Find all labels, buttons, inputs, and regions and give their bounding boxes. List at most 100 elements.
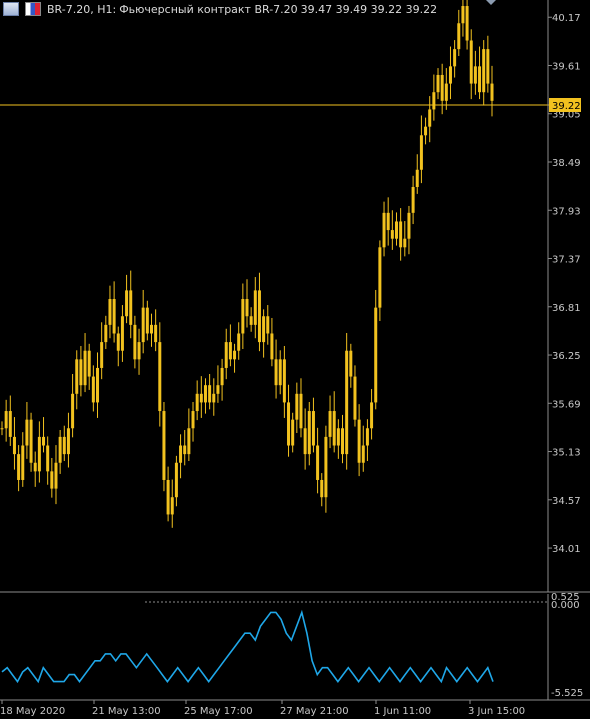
candle-body (62, 436, 66, 455)
candle-body (54, 462, 58, 489)
candle-body (208, 385, 212, 403)
candle-body (96, 367, 100, 403)
candle-body (436, 74, 440, 93)
candle-body (195, 393, 199, 412)
candle-body (216, 385, 220, 394)
candle-body (378, 247, 382, 308)
candle-body (220, 367, 224, 386)
candle-body (87, 350, 91, 377)
candle-body (108, 299, 112, 325)
candle-body (100, 342, 104, 368)
candle-body (83, 350, 87, 386)
candle-body (316, 445, 320, 480)
candle-body (129, 290, 133, 325)
chart-window-icon[interactable] (3, 2, 19, 16)
candle-body (465, 6, 469, 41)
price-tick-label: 37.93 (552, 206, 581, 217)
candle-body (116, 333, 120, 351)
price-tick-label: 35.13 (552, 448, 581, 459)
candle-body (33, 462, 37, 472)
time-tick-label: 25 May 17:00 (184, 706, 253, 717)
price-tick-label: 34.01 (552, 544, 581, 555)
candle-body (170, 497, 174, 515)
price-tick-label: 39.61 (552, 61, 581, 72)
candle-body (328, 411, 332, 437)
candle-body (237, 333, 241, 351)
candle-body (390, 230, 394, 239)
candle-body (473, 66, 477, 84)
candle-body (295, 393, 299, 420)
time-tick-label: 18 May 2020 (0, 706, 65, 717)
time-tick-label: 21 May 13:00 (92, 706, 161, 717)
symbol-description: Фьючерсный контракт BR-7.20 (119, 2, 298, 16)
candle-body (245, 299, 249, 317)
candle-body (428, 109, 432, 127)
candle-body (104, 324, 108, 343)
candle-body (224, 342, 228, 368)
candle-body (8, 411, 12, 437)
candle-body (357, 419, 361, 463)
candle-body (266, 316, 270, 334)
candle-body (299, 393, 303, 429)
candle-body (411, 186, 415, 213)
symbol-label: BR-7.20, H1: (47, 2, 117, 16)
candle-body (403, 238, 407, 248)
candle-body (141, 307, 145, 343)
candle-body (37, 436, 41, 472)
candle-body (149, 324, 153, 334)
candle-body (79, 359, 83, 386)
candle-body (370, 402, 374, 429)
candle-body (71, 393, 75, 429)
candle-body (336, 428, 340, 446)
candle-body (287, 402, 291, 446)
candle-body (486, 49, 490, 84)
candle-body (257, 290, 261, 343)
candle-body (432, 92, 436, 110)
candle-body (320, 479, 324, 498)
candle-body (91, 376, 95, 403)
price-tick-label: 38.49 (552, 158, 581, 169)
price-tick-label: 37.37 (552, 255, 581, 266)
candle-body (58, 436, 62, 463)
price-tick-label: 36.25 (552, 351, 581, 362)
price-tick-label: 34.57 (552, 496, 581, 507)
candle-body (75, 359, 79, 394)
candle-body (241, 299, 245, 334)
candle-body (274, 359, 278, 386)
candle-body (66, 428, 70, 455)
candle-body (203, 385, 207, 403)
candle-body (145, 307, 149, 334)
candle-body (324, 436, 328, 498)
candle-body (278, 359, 282, 386)
candle-body (112, 299, 116, 334)
candle-body (424, 126, 428, 136)
candle-body (353, 376, 357, 420)
time-tick-label: 27 May 21:00 (280, 706, 349, 717)
candle-body (469, 40, 473, 84)
candle-body (133, 324, 137, 360)
current-price-label: 39.22 (552, 101, 581, 112)
candle-body (415, 169, 419, 187)
price-tick-label: 40.17 (552, 13, 581, 24)
candle-body (394, 221, 398, 239)
candle-body (120, 316, 124, 351)
candle-body (29, 419, 33, 463)
candle-body (349, 350, 353, 377)
candle-body (249, 316, 253, 325)
candle-body (399, 221, 403, 248)
candle-body (291, 419, 295, 446)
candle-body (137, 342, 141, 360)
candle-body (187, 428, 191, 455)
candle-body (270, 333, 274, 360)
candle-body (382, 212, 386, 248)
candle-body (162, 411, 166, 480)
candle-body (25, 419, 29, 446)
candle-body (17, 454, 21, 480)
price-chart[interactable]: 40.1739.6139.0538.4937.9337.3736.8136.25… (0, 0, 590, 719)
candle-body (386, 212, 390, 231)
candle-body (444, 83, 448, 101)
price-tick-label: 36.81 (552, 303, 581, 314)
candle-body (158, 342, 162, 412)
candle-body (46, 445, 50, 472)
candle-body (457, 23, 461, 50)
